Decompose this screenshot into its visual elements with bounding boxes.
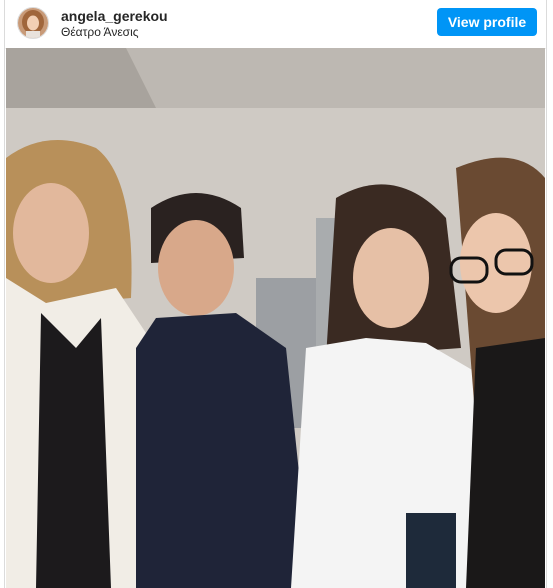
post-header: angela_gerekou Θέατρο Άνεσις View profil… — [5, 0, 546, 49]
username-link[interactable]: angela_gerekou — [61, 8, 168, 24]
group-photo-image — [6, 48, 545, 588]
post-photo[interactable] — [6, 48, 545, 588]
instagram-embed-card: angela_gerekou Θέατρο Άνεσις View profil… — [4, 0, 547, 588]
avatar-image — [18, 8, 48, 38]
view-profile-button[interactable]: View profile — [437, 8, 537, 36]
avatar[interactable] — [17, 7, 49, 39]
location-link[interactable]: Θέατρο Άνεσις — [61, 25, 139, 39]
